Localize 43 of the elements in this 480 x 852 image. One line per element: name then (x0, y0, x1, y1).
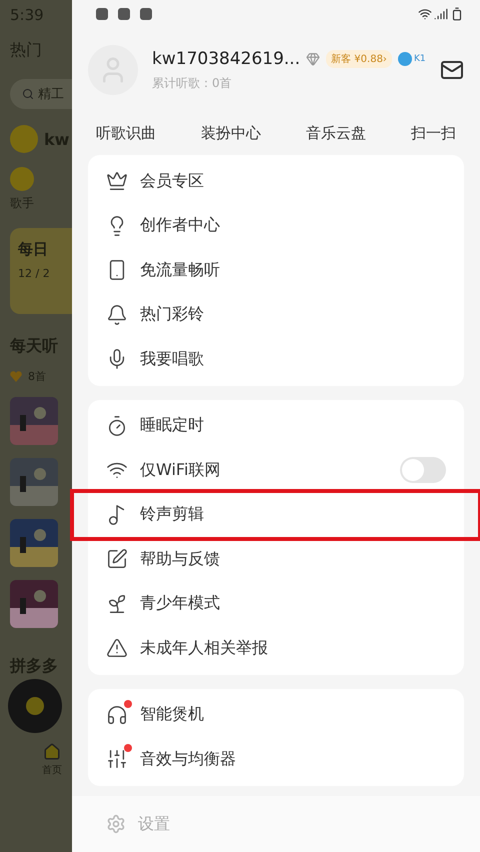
menu-item[interactable]: 仅WiFi联网 (88, 448, 464, 492)
menu-item[interactable]: 我要唱歌 (88, 337, 464, 382)
menu-item[interactable]: 音效与均衡器 (88, 737, 464, 782)
notification-icon (118, 8, 130, 20)
menu-item[interactable]: 智能煲机 (88, 692, 464, 737)
battery-icon (450, 7, 464, 21)
quick-link[interactable]: 音乐云盘 (306, 124, 366, 143)
menu-item[interactable]: 免流量畅听 (88, 248, 464, 292)
singer-icon (10, 167, 34, 191)
listen-count: 累计听歌：0首 (152, 74, 233, 92)
toggle-switch[interactable] (400, 457, 446, 484)
menu-item[interactable]: 睡眠定时 (88, 404, 464, 448)
mail-icon[interactable] (440, 58, 464, 82)
edit-icon (106, 548, 128, 570)
menu-item[interactable]: 青少年模式 (88, 582, 464, 626)
heart-icon (10, 371, 22, 382)
signal-icon (434, 7, 448, 21)
home-icon[interactable] (43, 743, 61, 761)
search-icon (22, 88, 34, 100)
notification-icon (96, 8, 108, 20)
menu-item[interactable]: 帮助与反馈 (88, 537, 464, 582)
quick-link[interactable]: 扫一扫 (411, 124, 456, 143)
bell-icon (106, 304, 128, 326)
timer-icon (106, 414, 128, 437)
headphones-icon (106, 704, 128, 726)
notification-icon (140, 8, 152, 20)
menu-item[interactable]: 未成年人相关举报 (88, 626, 464, 670)
menu-item[interactable]: 热门彩铃 (88, 292, 464, 337)
highlighted-menu-item[interactable]: 铃声剪辑 (74, 492, 478, 537)
wifi-icon (418, 7, 432, 21)
menu-item[interactable]: 创作者中心 (88, 204, 464, 248)
quick-link[interactable]: 装扮中心 (201, 124, 261, 143)
crown-icon (106, 170, 128, 192)
sprout-icon (106, 592, 128, 615)
username: kw1703842619... (152, 48, 300, 68)
settings-icon (106, 814, 126, 834)
menu-item[interactable]: 会员专区 (88, 159, 464, 204)
warning-icon (106, 637, 128, 660)
sliders-icon (106, 748, 128, 770)
diamond-icon (306, 52, 320, 66)
record-disc-icon[interactable] (8, 679, 62, 733)
avatar-icon (10, 125, 38, 153)
quick-link[interactable]: 听歌识曲 (96, 124, 156, 143)
